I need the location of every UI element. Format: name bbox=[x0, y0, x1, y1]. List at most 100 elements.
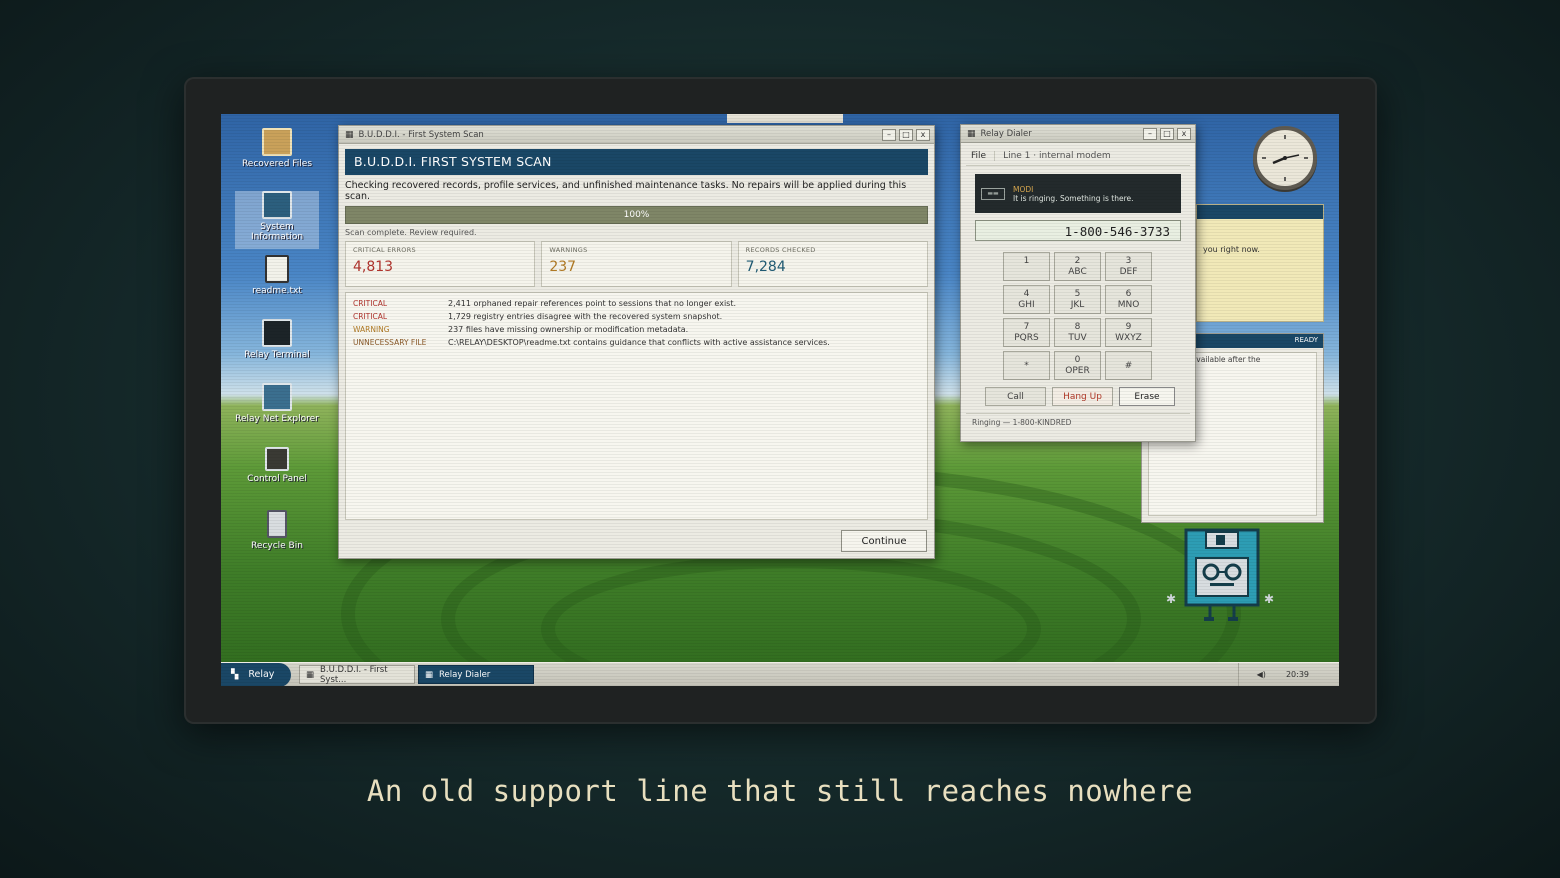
dialer-status: Ringing — 1-800-KINDRED bbox=[966, 413, 1190, 431]
key-main: 1 bbox=[1023, 256, 1030, 266]
dialer-titlebar[interactable]: ▦ Relay Dialer – □ x bbox=[961, 125, 1195, 143]
menu-file[interactable]: File bbox=[966, 150, 996, 161]
key-sub: DEF bbox=[1119, 267, 1138, 277]
minimize-button[interactable]: – bbox=[1143, 127, 1157, 140]
app-icon: ▦ bbox=[345, 129, 354, 140]
log-level: UNNECESSARY FILE bbox=[353, 338, 427, 347]
key-4[interactable]: 4 GHI bbox=[1003, 285, 1050, 314]
note-text: you right now. bbox=[1203, 245, 1260, 254]
clock-face bbox=[1262, 135, 1308, 181]
log-text: 2,411 orphaned repair references point t… bbox=[448, 299, 737, 308]
taskbar-item-scan[interactable]: ▦ B.U.D.D.I. - First Syst... bbox=[299, 665, 415, 685]
modem-message: It is ringing. Something is there. bbox=[1013, 193, 1134, 203]
desktop-screen: Recovered Files System Information readm… bbox=[221, 114, 1339, 686]
desktop-icon-system-information[interactable]: System Information bbox=[235, 191, 319, 249]
desktop-icon-label: Relay Net Explorer bbox=[235, 414, 319, 424]
progress-label: 100% bbox=[623, 210, 650, 220]
top-notch bbox=[727, 114, 843, 123]
key-main: 7 bbox=[1023, 322, 1030, 332]
desktop-icon-label: Relay Terminal bbox=[244, 350, 310, 360]
key-sub: OPER bbox=[1065, 366, 1090, 376]
key-main: 5 bbox=[1074, 289, 1081, 299]
key-main: * bbox=[1024, 361, 1029, 371]
speaker-icon[interactable]: ◀) bbox=[1257, 670, 1266, 679]
desktop-icon-readme[interactable]: readme.txt bbox=[235, 255, 319, 313]
key-main: 3 bbox=[1125, 256, 1132, 266]
desktop-icon-control-panel[interactable]: Control Panel bbox=[235, 447, 319, 505]
terminal-icon bbox=[262, 319, 292, 347]
number-display: 1-800-546-3733 bbox=[975, 220, 1181, 241]
dialer-menubar: File Line 1 · internal modem bbox=[966, 146, 1190, 166]
key-1[interactable]: 1 bbox=[1003, 252, 1050, 281]
desktop-icon-label: readme.txt bbox=[252, 286, 302, 296]
continue-button[interactable]: Continue bbox=[841, 530, 927, 552]
close-button[interactable]: x bbox=[916, 128, 930, 141]
log-text: 237 files have missing ownership or modi… bbox=[448, 325, 689, 334]
key-5[interactable]: 5 JKL bbox=[1054, 285, 1101, 314]
log-row: CRITICAL 2,411 orphaned repair reference… bbox=[353, 297, 920, 310]
key-3[interactable]: 3 DEF bbox=[1105, 252, 1152, 281]
scan-status: Scan complete. Review required. bbox=[345, 228, 477, 237]
desktop-icon-label: System Information bbox=[250, 222, 304, 242]
key-7[interactable]: 7 PQRS bbox=[1003, 318, 1050, 347]
key-2[interactable]: 2 ABC bbox=[1054, 252, 1101, 281]
scan-window-titlebar[interactable]: ▦ B.U.D.D.I. - First System Scan – □ x bbox=[339, 126, 934, 144]
log-level: WARNING bbox=[353, 325, 390, 334]
key-9[interactable]: 9 WXYZ bbox=[1105, 318, 1152, 347]
hang-up-button[interactable]: Hang Up bbox=[1052, 387, 1113, 406]
floppy-mascot[interactable]: ✱ ✱ bbox=[1166, 528, 1276, 628]
floppy-mascot-icon: ✱ ✱ bbox=[1166, 528, 1274, 621]
monitor-icon bbox=[262, 191, 292, 219]
key-sub: ABC bbox=[1068, 267, 1087, 277]
scan-header: B.U.D.D.I. FIRST SYSTEM SCAN bbox=[345, 149, 928, 175]
app-icon: ▦ bbox=[967, 128, 976, 139]
browser-icon bbox=[262, 383, 292, 411]
system-tray: ◀) 20:39 bbox=[1237, 662, 1339, 686]
scan-window[interactable]: ▦ B.U.D.D.I. - First System Scan – □ x B… bbox=[338, 125, 935, 559]
log-row: WARNING 237 files have missing ownership… bbox=[353, 323, 920, 336]
stat-label: CRITICAL ERRORS bbox=[353, 246, 416, 254]
key-8[interactable]: 8 TUV bbox=[1054, 318, 1101, 347]
maximize-button[interactable]: □ bbox=[899, 128, 913, 141]
desktop-icon-label: Recovered Files bbox=[241, 159, 313, 169]
key-6[interactable]: 6 MNO bbox=[1105, 285, 1152, 314]
stat-warnings: WARNINGS 237 bbox=[541, 241, 732, 287]
taskbar-item-dialer[interactable]: ▦ Relay Dialer bbox=[418, 665, 534, 684]
scan-description: Checking recovered records, profile serv… bbox=[345, 180, 907, 202]
close-button[interactable]: x bbox=[1177, 127, 1191, 140]
key-main: # bbox=[1124, 361, 1133, 371]
line-label: Line 1 · internal modem bbox=[1003, 150, 1111, 161]
stat-records-checked: RECORDS CHECKED 7,284 bbox=[737, 241, 928, 287]
key-0[interactable]: 0 OPER bbox=[1054, 351, 1101, 380]
call-button[interactable]: Call bbox=[985, 387, 1046, 406]
scan-progress-bar: 100% bbox=[345, 206, 928, 224]
modem-icon: ▬▬ bbox=[981, 187, 1005, 200]
log-level: CRITICAL bbox=[353, 312, 387, 321]
svg-text:✱: ✱ bbox=[1166, 592, 1176, 606]
desktop-icon-relay-net-explorer[interactable]: Relay Net Explorer bbox=[235, 383, 319, 441]
dialer-title: Relay Dialer bbox=[980, 128, 1032, 139]
scan-log[interactable]: CRITICAL 2,411 orphaned repair reference… bbox=[345, 292, 928, 520]
note-window[interactable]: you right now. bbox=[1196, 204, 1324, 322]
desktop-icon-recycle-bin[interactable]: Recycle Bin bbox=[235, 510, 319, 568]
erase-button[interactable]: Erase bbox=[1119, 387, 1175, 406]
relay-logo-icon: ▚ bbox=[231, 669, 239, 680]
document-icon bbox=[265, 255, 289, 283]
key-sub: MNO bbox=[1117, 300, 1140, 310]
keypad: 1 2 ABC 3 DEF 4 GHI 5 JKL 6 MNO 7 PQRS 8 TUV 9W… bbox=[1003, 252, 1195, 380]
stat-label: RECORDS CHECKED bbox=[745, 246, 816, 254]
log-level: CRITICAL bbox=[353, 299, 387, 308]
key-star[interactable]: * bbox=[1003, 351, 1050, 380]
start-button[interactable]: ▚ Relay bbox=[221, 662, 291, 686]
trash-icon bbox=[267, 510, 287, 538]
minimize-button[interactable]: – bbox=[882, 128, 896, 141]
key-main: 2 bbox=[1074, 256, 1081, 266]
log-row: CRITICAL 1,729 registry entries disagree… bbox=[353, 310, 920, 323]
key-hash[interactable]: # bbox=[1105, 351, 1152, 380]
taskbar-clock: 20:39 bbox=[1285, 670, 1309, 679]
desktop-icon-relay-terminal[interactable]: Relay Terminal bbox=[235, 319, 319, 377]
desktop-icon-recovered-files[interactable]: Recovered Files bbox=[235, 128, 319, 186]
monitor-frame: Recovered Files System Information readm… bbox=[184, 77, 1377, 724]
maximize-button[interactable]: □ bbox=[1160, 127, 1174, 140]
dialer-window[interactable]: ▦ Relay Dialer – □ x File Line 1 · inter… bbox=[960, 124, 1196, 442]
